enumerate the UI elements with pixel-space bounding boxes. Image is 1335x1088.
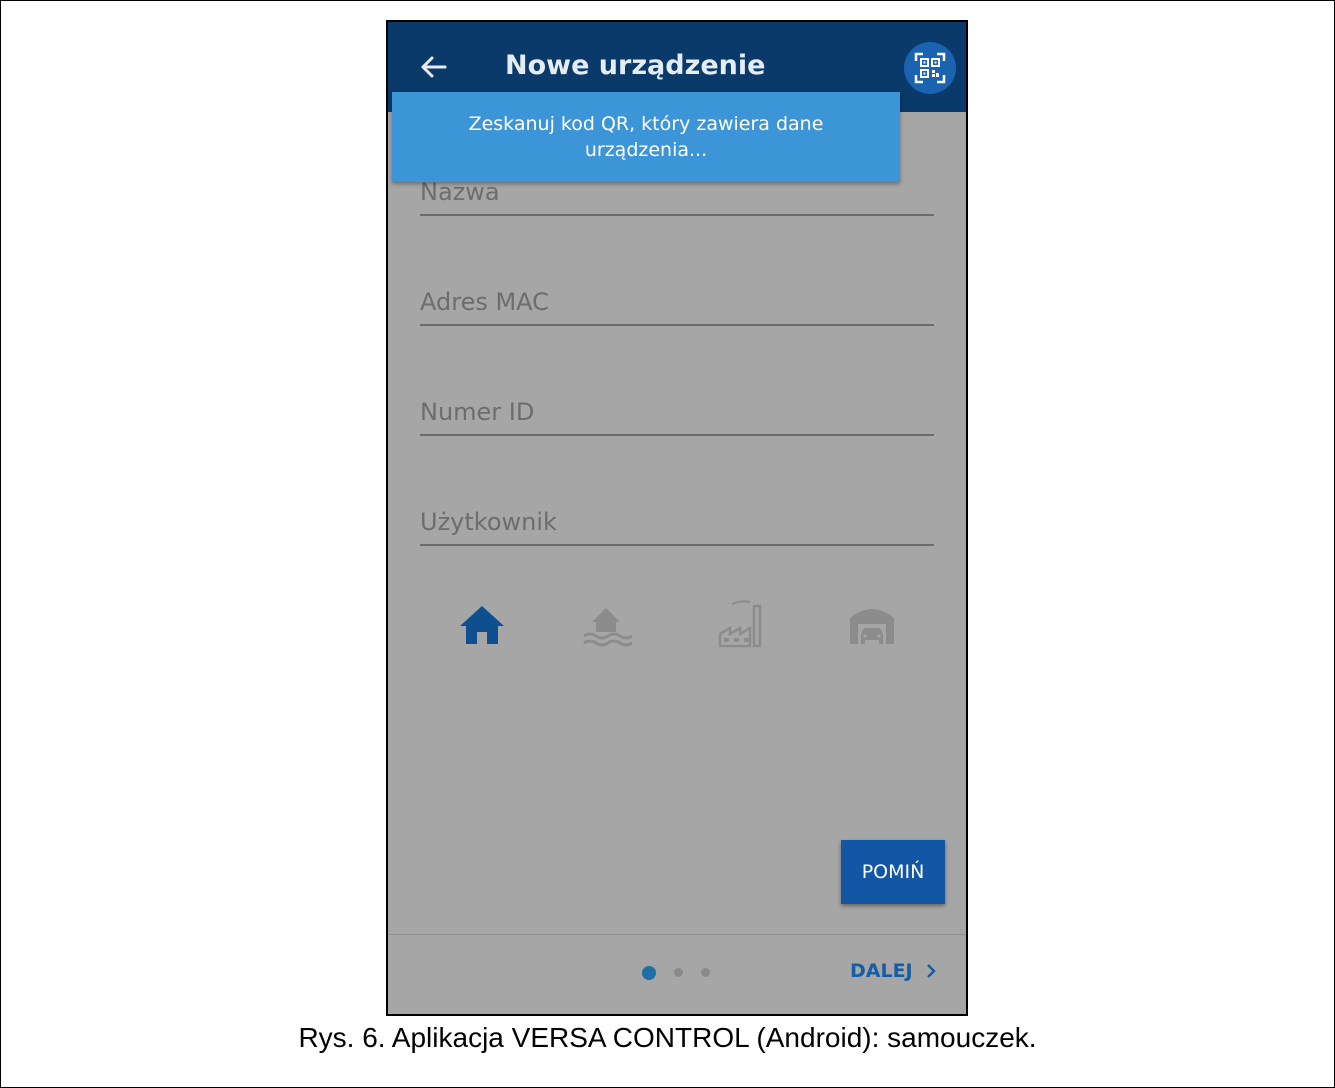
user-field[interactable]: Użytkownik (420, 492, 934, 546)
page-indicator-dot-active (642, 966, 656, 980)
skip-button[interactable]: POMIŃ (841, 840, 945, 904)
id-number-field-label: Numer ID (420, 398, 535, 426)
next-button-label: DALEJ (850, 960, 913, 982)
mac-address-field[interactable]: Adres MAC (420, 272, 934, 326)
page-indicator-dot (674, 968, 683, 977)
qr-hint-message: Zeskanuj kod QR, który zawiera dane urzą… (468, 113, 824, 161)
phone-screen: Nowe urządzenie Nazwa Adres MAC Numer ID… (386, 20, 968, 1016)
chevron-right-icon (926, 964, 936, 978)
figure-caption: Rys. 6. Aplikacja VERSA CONTROL (Android… (298, 1022, 1037, 1053)
garage-icon[interactable] (844, 600, 900, 648)
house-by-water-icon[interactable] (580, 600, 636, 648)
mac-address-field-label: Adres MAC (420, 288, 549, 316)
factory-icon[interactable] (714, 600, 770, 648)
qr-scan-button[interactable] (904, 42, 956, 94)
back-arrow-icon[interactable] (418, 52, 448, 82)
qr-code-icon (914, 52, 946, 84)
id-number-field[interactable]: Numer ID (420, 382, 934, 436)
page-indicator-dot (701, 968, 710, 977)
house-icon[interactable] (454, 600, 510, 648)
next-button[interactable]: DALEJ (850, 960, 937, 982)
qr-hint-toast: Zeskanuj kod QR, który zawiera dane urzą… (392, 92, 900, 182)
page-title: Nowe urządzenie (505, 50, 766, 81)
user-field-label: Użytkownik (420, 508, 557, 536)
name-field-label: Nazwa (420, 178, 500, 206)
bottom-divider (388, 934, 966, 935)
